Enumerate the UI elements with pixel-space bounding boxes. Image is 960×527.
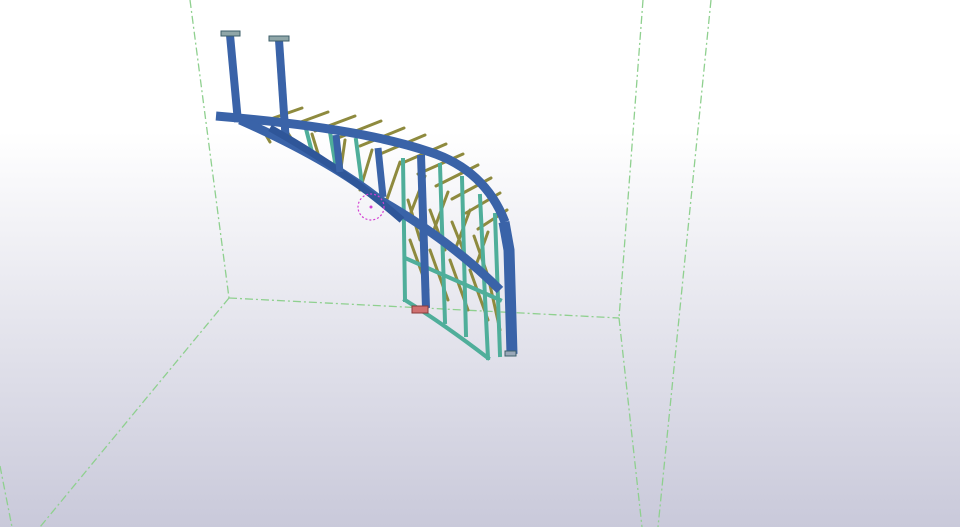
base-plate[interactable] (411, 305, 429, 314)
viewport-background (0, 0, 960, 527)
model-scene[interactable] (0, 0, 960, 527)
3d-model-viewport[interactable] (0, 0, 960, 527)
